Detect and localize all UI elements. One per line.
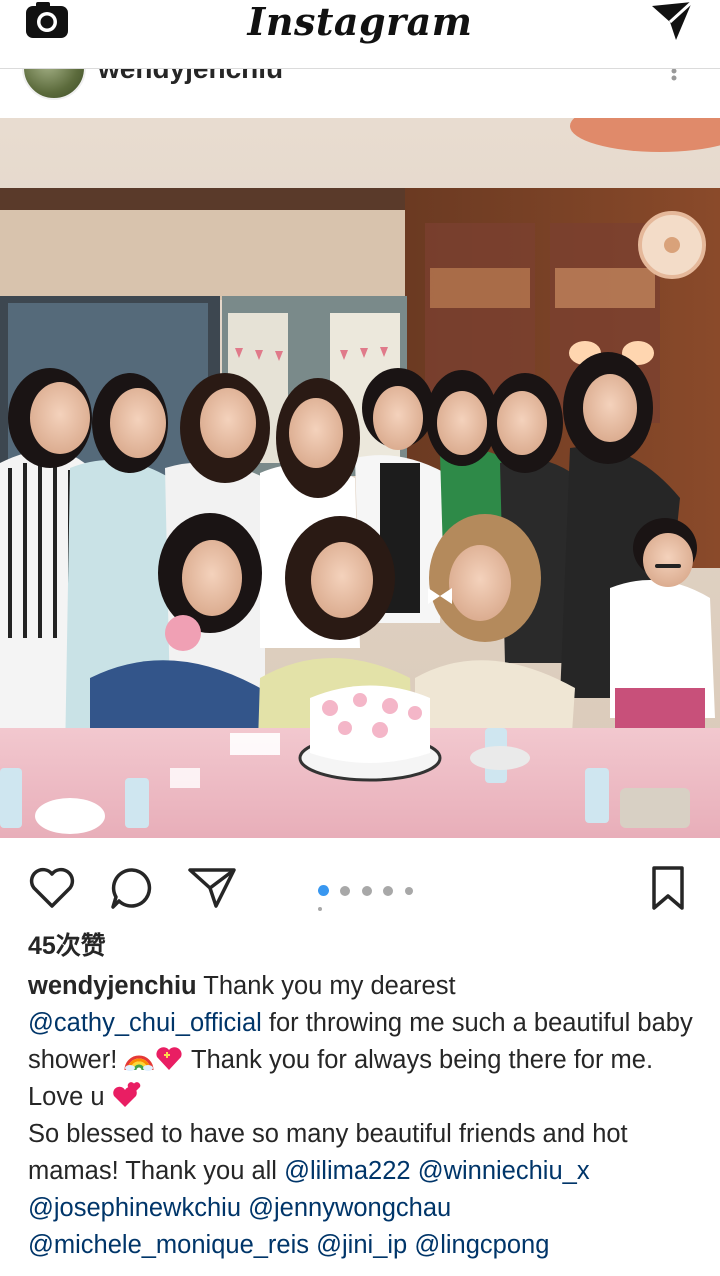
top-bar: Instagram [0, 0, 720, 69]
carousel-dot [361, 885, 372, 896]
instagram-app: Instagram wendyjenchiu 45次赞 wendyjenchiu… [0, 0, 720, 1276]
post-caption: wendyjenchiu Thank you my dearest @cathy… [28, 968, 698, 1264]
mention-link[interactable]: @cathy_chui_official [28, 1009, 262, 1037]
bookmark-icon[interactable] [642, 862, 694, 914]
caption-text: Thank you my dearest [196, 972, 456, 1000]
instagram-logo: Instagram [247, 0, 473, 44]
party-photo-image [0, 118, 720, 838]
mention-link[interactable]: @lilima222 [284, 1157, 411, 1185]
two-hearts-emoji [112, 1082, 140, 1107]
carousel-dot [318, 906, 322, 911]
carousel-dot [383, 885, 394, 896]
post-actions [0, 850, 720, 920]
comment-icon[interactable] [106, 862, 158, 914]
carousel-dot [340, 885, 351, 896]
post-author-username[interactable]: wendyjenchiu [98, 68, 283, 84]
mention-link[interactable]: @josephinewkchiu [28, 1194, 241, 1222]
post-header: wendyjenchiu [0, 68, 720, 118]
rainbow-emoji [124, 1055, 154, 1071]
heart-icon[interactable] [26, 862, 78, 914]
sparkling-heart-emoji [156, 1047, 182, 1070]
mention-link[interactable]: @jini_ip [316, 1231, 407, 1259]
mention-link[interactable]: @lingcpong [414, 1231, 549, 1259]
avatar[interactable] [22, 68, 86, 100]
mention-link[interactable]: @michele_monique_reis [28, 1231, 309, 1259]
more-options-icon[interactable] [668, 68, 680, 88]
share-icon[interactable] [186, 862, 238, 914]
caption-author[interactable]: wendyjenchiu [28, 972, 197, 1000]
mention-link[interactable]: @jennywongchau [248, 1194, 451, 1222]
like-count[interactable]: 45次赞 [28, 928, 106, 964]
post-photo[interactable] [0, 118, 720, 838]
direct-message-icon[interactable] [648, 0, 696, 44]
mention-link[interactable]: @winniechiu_x [418, 1157, 590, 1185]
carousel-dot-active [318, 885, 329, 897]
carousel-indicator [318, 882, 428, 911]
carousel-dot [404, 886, 413, 895]
